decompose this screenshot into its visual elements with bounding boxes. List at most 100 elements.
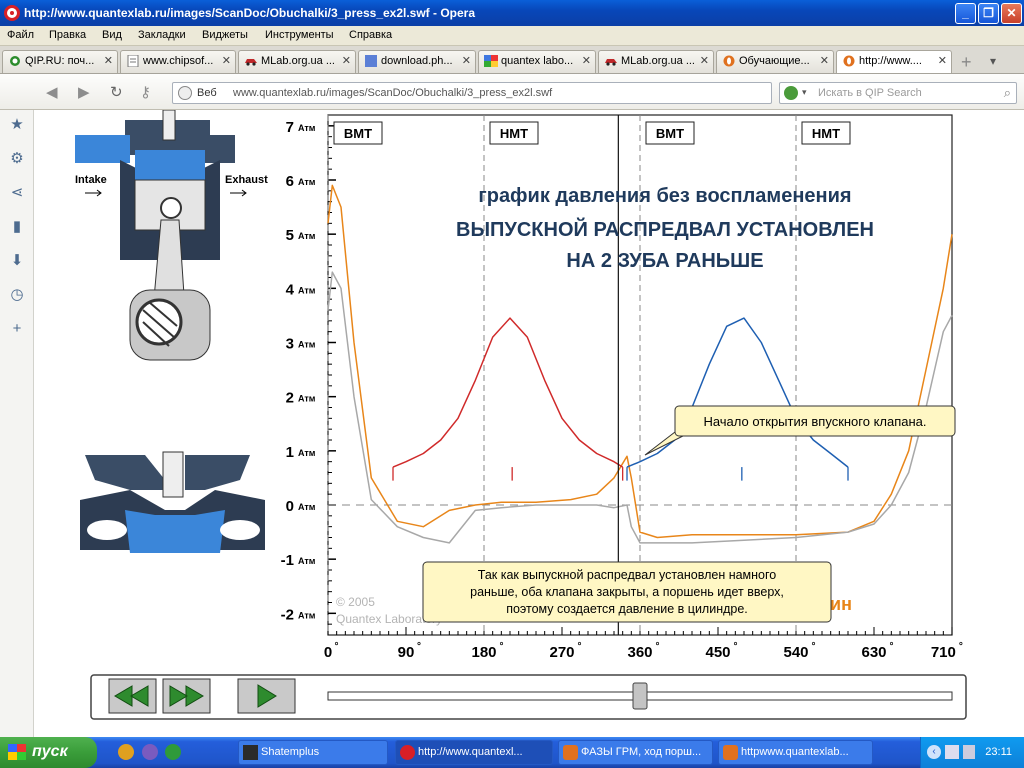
tdc-bdc-label: НМТ xyxy=(500,126,528,141)
tab-chipsoft[interactable]: www.chipsof... ✕ xyxy=(120,50,236,73)
task-fazy-grm[interactable]: ФАЗЫ ГРМ, ход порш... xyxy=(558,740,713,765)
callout-intake-text: Начало открытия впускного клапана. xyxy=(703,414,926,429)
y-tick-unit: Атм xyxy=(298,123,316,133)
y-tick-unit: Атм xyxy=(298,448,316,458)
tab-quantex[interactable]: quantex labo... ✕ xyxy=(478,50,596,73)
menu-edit[interactable]: Правка xyxy=(49,29,86,41)
task-opera-quantex[interactable]: http://www.quantexl... xyxy=(395,740,553,765)
gear-icon[interactable]: ⚙ xyxy=(8,150,26,168)
play-button[interactable] xyxy=(237,678,296,714)
copyright-year: © 2005 xyxy=(336,595,375,609)
start-label: пуск xyxy=(32,743,68,760)
close-icon[interactable]: ✕ xyxy=(820,51,829,71)
menu-bar: Файл Правка Вид Закладки Виджеты Инструм… xyxy=(0,26,1024,46)
bookmarks-star-icon[interactable]: ★ xyxy=(8,116,26,134)
search-dropdown-icon[interactable]: ▾ xyxy=(802,87,807,98)
task-label: httpwww.quantexlab... xyxy=(741,746,849,758)
back-icon[interactable]: ◀ xyxy=(46,83,58,101)
opera-icon xyxy=(723,745,738,760)
search-field[interactable]: ▾ Искать в QIP Search ⌕ xyxy=(779,82,1017,104)
rewind-button[interactable] xyxy=(108,678,157,714)
quicklaunch-icon-3[interactable] xyxy=(165,744,181,760)
window-title-bar: http://www.quantexlab.ru/images/ScanDoc/… xyxy=(0,0,1024,26)
opera-icon xyxy=(563,745,578,760)
windows-flag-icon xyxy=(8,744,26,760)
tab-obuchayushchie[interactable]: Обучающие... ✕ xyxy=(716,50,834,73)
x-tick-label: 0 xyxy=(324,644,332,661)
app-icon xyxy=(243,745,258,760)
quicklaunch-icon-1[interactable] xyxy=(118,744,134,760)
search-icon[interactable]: ⌕ xyxy=(1004,85,1011,101)
menu-tools[interactable]: Инструменты xyxy=(265,29,334,41)
notes-icon[interactable]: ▮ xyxy=(8,218,26,236)
tab-label: QIP.RU: поч... xyxy=(25,55,95,67)
system-tray: ‹ 23:11 xyxy=(920,737,1024,768)
y-tick-unit: Атм xyxy=(298,340,316,350)
url-field[interactable]: Веб www.quantexlab.ru/images/ScanDoc/Obu… xyxy=(172,82,772,104)
forward-icon[interactable]: ▶ xyxy=(78,83,90,101)
tab-label: www.chipsof... xyxy=(143,55,214,67)
web-label: Веб xyxy=(197,87,217,99)
fast-forward-button[interactable] xyxy=(162,678,211,714)
x-tick-degree: ° xyxy=(959,641,963,652)
downloads-icon[interactable]: ⬇ xyxy=(8,252,26,270)
tab-mlab-1[interactable]: MLab.org.ua ... ✕ xyxy=(238,50,356,73)
chart-title: график давления без воспламенения xyxy=(478,185,851,207)
minimize-button[interactable]: _ xyxy=(955,3,976,24)
window-title: http://www.quantexlab.ru/images/ScanDoc/… xyxy=(24,6,476,20)
close-icon[interactable]: ✕ xyxy=(582,51,591,71)
tab-active-swf[interactable]: http://www.... ✕ xyxy=(836,50,952,73)
y-tick-unit: Атм xyxy=(298,556,316,566)
close-icon[interactable]: ✕ xyxy=(104,51,113,71)
maximize-button[interactable]: ❐ xyxy=(978,3,999,24)
key-icon[interactable]: ⚷ xyxy=(140,83,151,101)
close-icon[interactable]: ✕ xyxy=(222,51,231,71)
tab-bar: QIP.RU: поч... ✕ www.chipsof... ✕ MLab.o… xyxy=(0,46,1024,74)
task-shatemplus[interactable]: Shatemplus xyxy=(238,740,388,765)
add-panel-icon[interactable]: + xyxy=(8,320,26,338)
menu-widgets[interactable]: Виджеты xyxy=(202,29,248,41)
x-tick-degree: ° xyxy=(578,641,582,652)
close-icon[interactable]: ✕ xyxy=(462,51,471,71)
tab-menu-icon[interactable]: ▾ xyxy=(990,54,996,68)
y-tick-unit: Атм xyxy=(298,285,316,295)
x-tick-degree: ° xyxy=(890,641,894,652)
menu-bookmarks[interactable]: Закладки xyxy=(138,29,186,41)
tdc-bdc-label: НМТ xyxy=(812,126,840,141)
tray-expand-icon[interactable]: ‹ xyxy=(927,745,941,759)
tab-mlab-2[interactable]: MLab.org.ua ... ✕ xyxy=(598,50,714,73)
y-tick-label: 6 xyxy=(286,173,294,190)
progress-thumb[interactable] xyxy=(632,682,648,710)
close-icon[interactable]: ✕ xyxy=(342,51,351,71)
network-icon[interactable] xyxy=(945,745,959,759)
menu-file[interactable]: Файл xyxy=(7,29,34,41)
y-tick-unit: Атм xyxy=(298,394,316,404)
menu-help[interactable]: Справка xyxy=(349,29,392,41)
google-icon xyxy=(484,55,498,67)
opera-icon xyxy=(723,55,735,67)
reload-icon[interactable]: ↻ xyxy=(110,83,123,101)
task-httpwww[interactable]: httpwww.quantexlab... xyxy=(718,740,873,765)
share-icon[interactable]: ⋖ xyxy=(8,184,26,202)
close-button[interactable]: ✕ xyxy=(1001,3,1022,24)
x-tick-degree: ° xyxy=(734,641,738,652)
y-tick-unit: Атм xyxy=(298,502,316,512)
quicklaunch-icon-2[interactable] xyxy=(142,744,158,760)
flash-canvas: Intake Exhaust 7 Атм6 Атм5 Атм4 Атм3 Атм2 Атм1… xyxy=(75,109,967,720)
history-icon[interactable]: ◷ xyxy=(8,286,26,304)
start-button[interactable]: пуск xyxy=(0,737,97,768)
tab-qip[interactable]: QIP.RU: поч... ✕ xyxy=(2,50,118,73)
tdc-bdc-label: ВМТ xyxy=(344,126,372,141)
close-icon[interactable]: ✕ xyxy=(700,51,709,71)
menu-view[interactable]: Вид xyxy=(102,29,122,41)
side-panel: ★ ⚙ ⋖ ▮ ⬇ ◷ + xyxy=(0,110,34,737)
close-icon[interactable]: ✕ xyxy=(938,51,947,71)
new-tab-icon[interactable]: + xyxy=(961,52,972,73)
y-tick-label: 3 xyxy=(286,336,294,353)
x-tick-label: 450 xyxy=(705,644,730,661)
chart-subtitle-line2: НА 2 ЗУБА РАНЬШЕ xyxy=(566,250,763,272)
y-tick-label: 4 xyxy=(286,281,295,298)
chart-subtitle-line1: ВЫПУСКНОЙ РАСПРЕДВАЛ УСТАНОВЛЕН xyxy=(456,217,874,241)
tab-download[interactable]: download.ph... ✕ xyxy=(358,50,476,73)
volume-icon[interactable] xyxy=(963,745,975,759)
